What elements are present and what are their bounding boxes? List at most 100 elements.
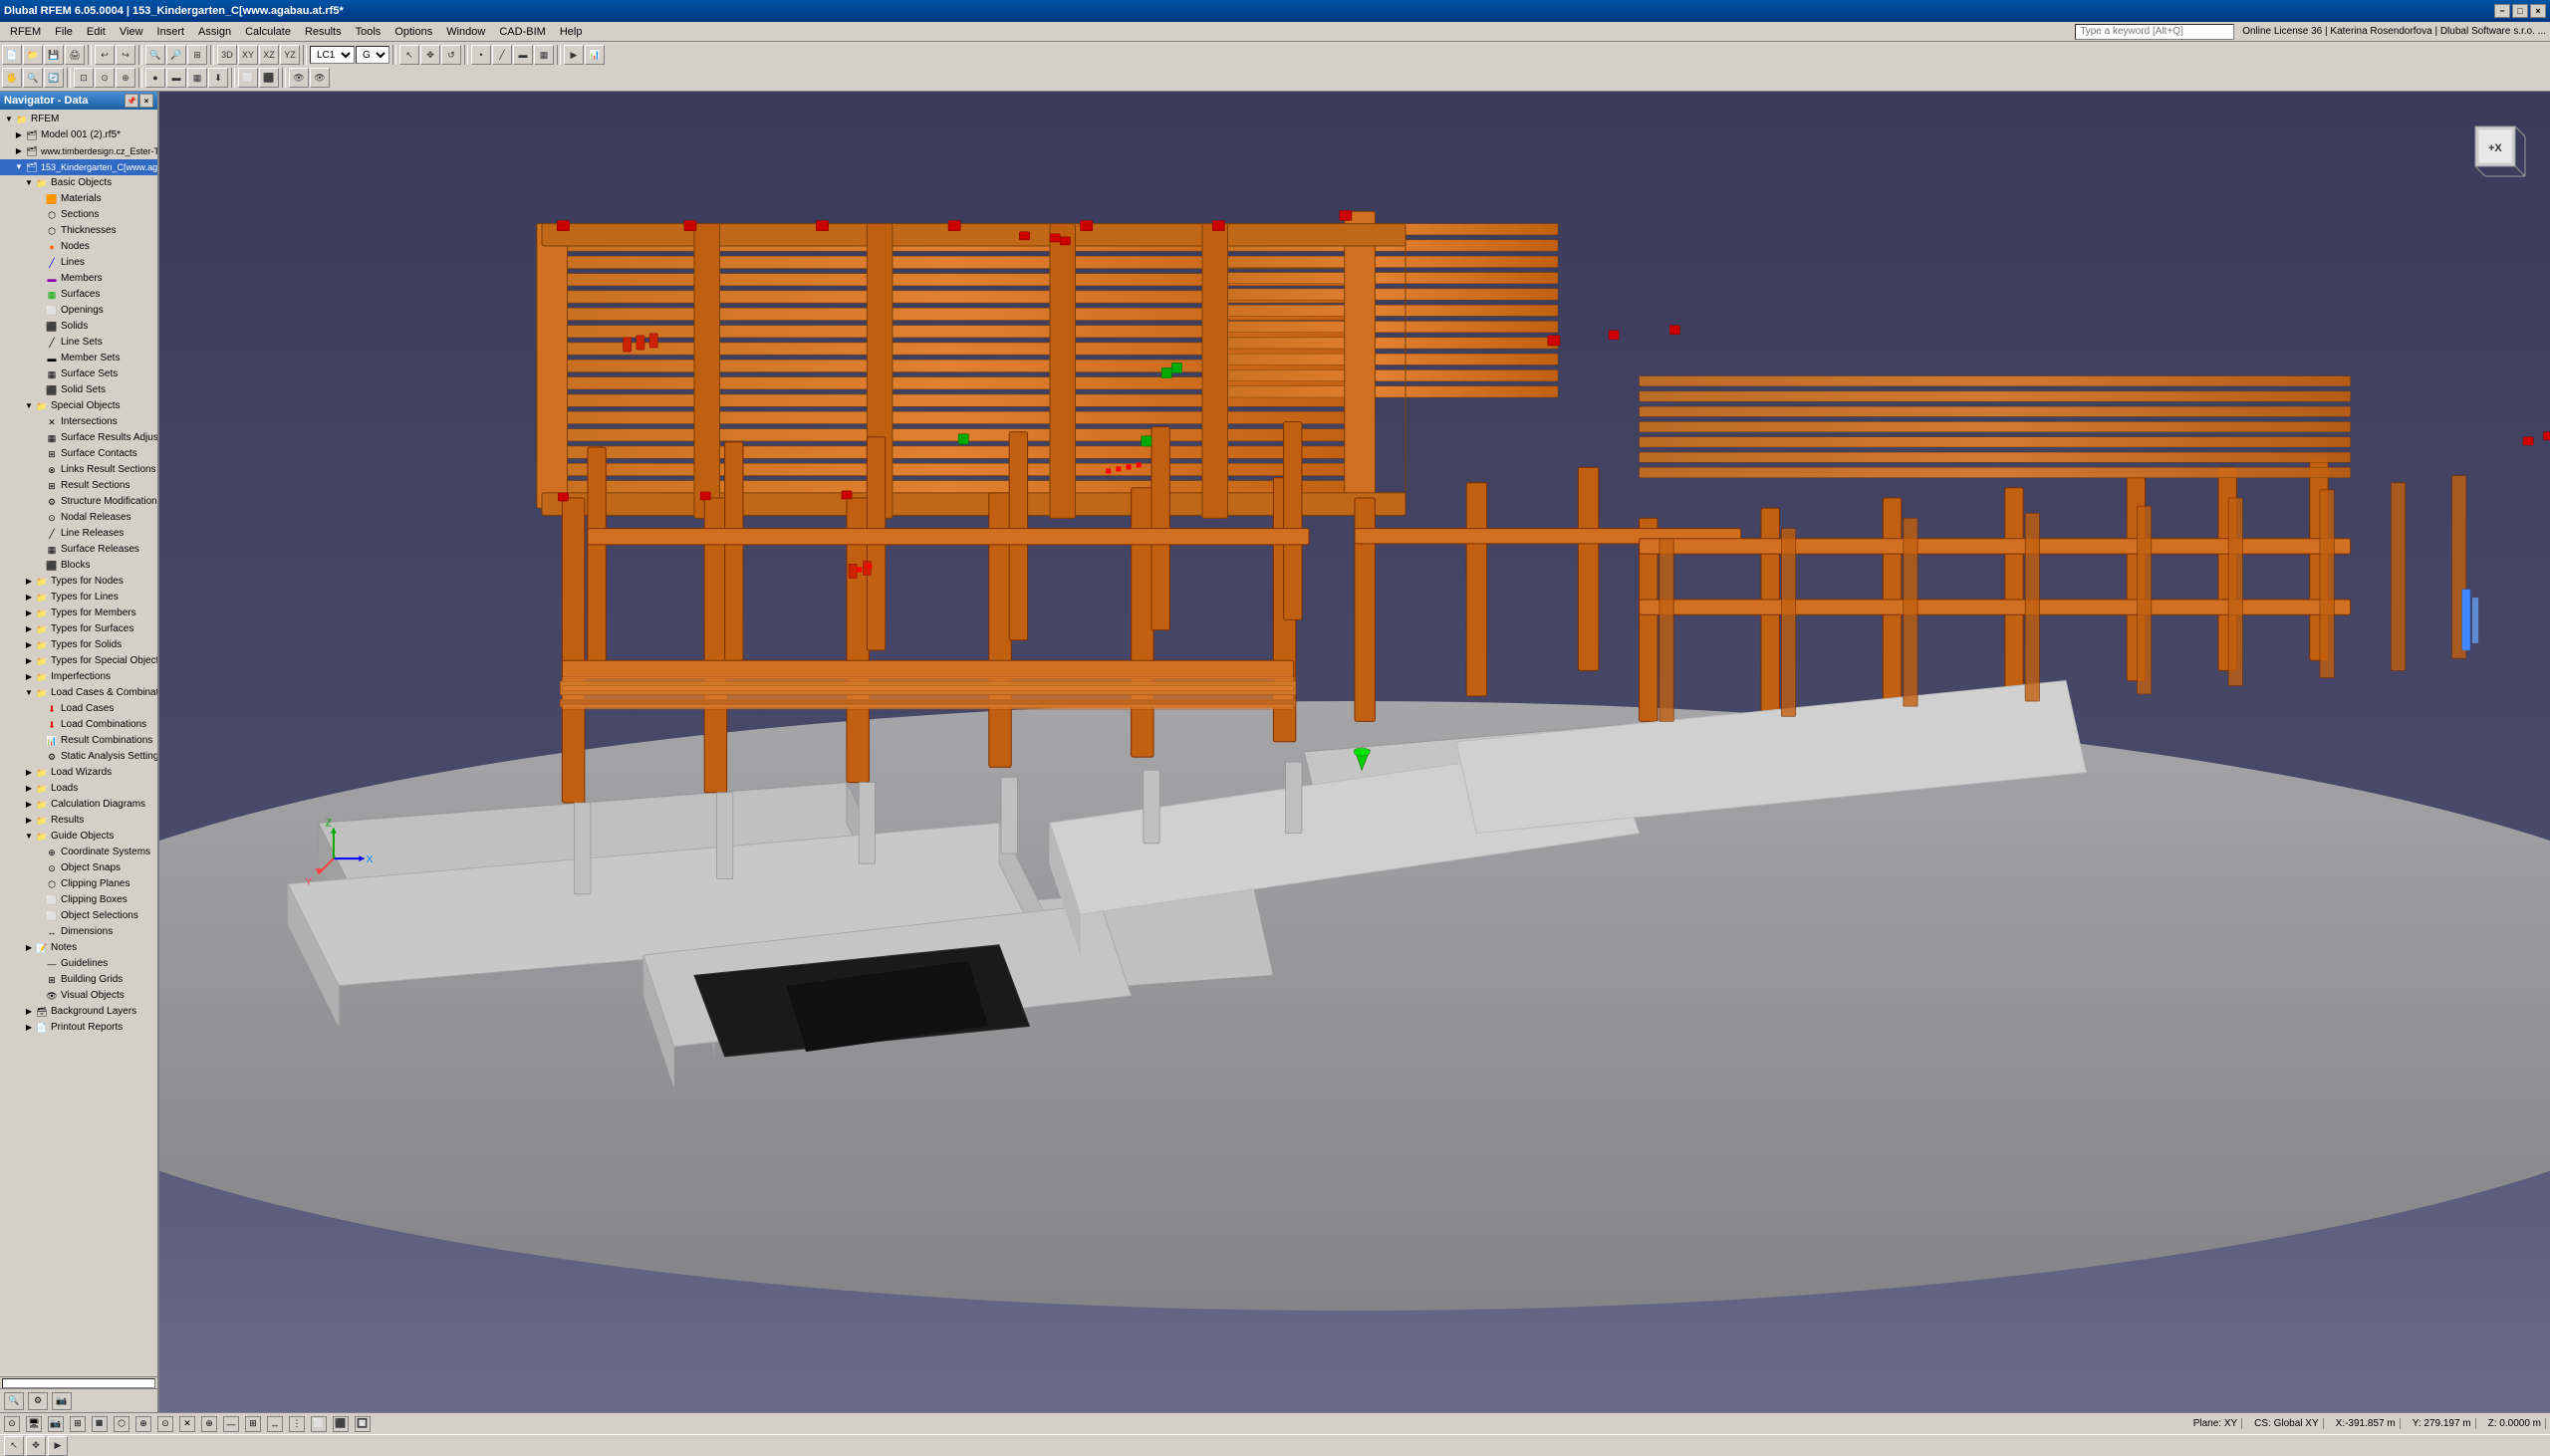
navigator-tree[interactable]: ▼ 📁 RFEM ▶ 🗂 Model 001 (2).rf5* ▶ 🗂 www.…	[0, 110, 157, 1376]
tree-item-types-surfaces[interactable]: ▶ 📁 Types for Surfaces	[0, 621, 157, 637]
tree-item-thicknesses[interactable]: ⬡ Thicknesses	[0, 223, 157, 239]
tree-item-dimensions[interactable]: ↔ Dimensions	[0, 924, 157, 940]
status-icon-4[interactable]: ⊞	[70, 1416, 86, 1432]
tree-item-types-members[interactable]: ▶ 📁 Types for Members	[0, 606, 157, 621]
hide-button[interactable]: 👁	[289, 68, 309, 88]
tree-item-types-solids[interactable]: ▶ 📁 Types for Solids	[0, 637, 157, 653]
menu-insert[interactable]: Insert	[151, 24, 191, 40]
pan-button[interactable]: 🖐	[2, 68, 22, 88]
tree-item-surface-contacts[interactable]: ⊞ Surface Contacts	[0, 446, 157, 462]
view-xy-button[interactable]: XY	[238, 45, 258, 65]
tree-item-coordinate-systems[interactable]: ⊕ Coordinate Systems	[0, 845, 157, 860]
expand-clipping-boxes[interactable]	[34, 895, 44, 905]
bottom-btn-2[interactable]: ✥	[26, 1436, 46, 1456]
tree-item-calculation-diagrams[interactable]: ▶ 📁 Calculation Diagrams	[0, 797, 157, 813]
move-button[interactable]: ✥	[420, 45, 440, 65]
tree-item-solids[interactable]: ⬛ Solids	[0, 319, 157, 335]
tree-item-building-grids[interactable]: ⊞ Building Grids	[0, 972, 157, 988]
open-button[interactable]: 📁	[23, 45, 43, 65]
tree-item-result-combinations[interactable]: 📊 Result Combinations	[0, 733, 157, 749]
tree-item-guidelines[interactable]: — Guidelines	[0, 956, 157, 972]
snap-line[interactable]: ⊕	[116, 68, 135, 88]
expand-surfacesets[interactable]	[34, 369, 44, 379]
tree-item-members[interactable]: ▬ Members	[0, 271, 157, 287]
status-icon-5[interactable]: 🔳	[92, 1416, 108, 1432]
expand-notes[interactable]: ▶	[24, 943, 34, 953]
tree-item-static-analysis-settings[interactable]: ⚙ Static Analysis Settings	[0, 749, 157, 765]
status-icon-2[interactable]: 🖥	[26, 1416, 42, 1432]
expand-object-snaps[interactable]	[34, 863, 44, 873]
redo-button[interactable]: ↪	[116, 45, 135, 65]
tree-item-special-objects[interactable]: ▼ 📁 Special Objects	[0, 398, 157, 414]
member-button[interactable]: ▬	[513, 45, 533, 65]
status-icon-1[interactable]: ⊙	[4, 1416, 20, 1432]
new-button[interactable]: 📄	[2, 45, 22, 65]
viewport-3d[interactable]: X Z Y	[159, 92, 2550, 1412]
expand-blocks[interactable]	[34, 561, 44, 571]
view-3d-button[interactable]: 3D	[217, 45, 237, 65]
tree-item-structure-modifications[interactable]: ⚙ Structure Modifications	[0, 494, 157, 510]
view-yz-button[interactable]: YZ	[280, 45, 300, 65]
expand-nodal-releases[interactable]	[34, 513, 44, 523]
status-icon-10[interactable]: ⊕	[201, 1416, 217, 1432]
tree-item-nodes[interactable]: ● Nodes	[0, 239, 157, 255]
tree-item-clipping-planes[interactable]: ⬡ Clipping Planes	[0, 876, 157, 892]
menu-cad-bim[interactable]: CAD-BIM	[493, 24, 551, 40]
expand-line-releases[interactable]	[34, 529, 44, 539]
surface-button[interactable]: ▦	[534, 45, 554, 65]
bottom-btn-3[interactable]: ▶	[48, 1436, 68, 1456]
menu-window[interactable]: Window	[440, 24, 491, 40]
tree-item-visual-objects[interactable]: 👁 Visual Objects	[0, 988, 157, 1004]
tree-item-blocks[interactable]: ⬛ Blocks	[0, 558, 157, 574]
render-wire[interactable]: ⬜	[238, 68, 258, 88]
expand-rigid-links[interactable]	[34, 465, 44, 475]
tree-item-clipping-boxes[interactable]: ⬜ Clipping Boxes	[0, 892, 157, 908]
menu-edit[interactable]: Edit	[81, 24, 112, 40]
menu-rfem[interactable]: RFEM	[4, 24, 47, 40]
status-icon-14[interactable]: ⋮	[289, 1416, 305, 1432]
expand-types-nodes[interactable]: ▶	[24, 577, 34, 587]
tree-item-notes[interactable]: ▶ 📝 Notes	[0, 940, 157, 956]
tree-item-linesets[interactable]: ╱ Line Sets	[0, 335, 157, 351]
expand-surface-releases[interactable]	[34, 545, 44, 555]
expand-types-members[interactable]: ▶	[24, 608, 34, 618]
expand-sections[interactable]	[34, 210, 44, 220]
tree-item-imperfections[interactable]: ▶ 📁 Imperfections	[0, 669, 157, 685]
tree-item-solidsets[interactable]: ⬛ Solid Sets	[0, 382, 157, 398]
expand-lines[interactable]	[34, 258, 44, 268]
zoom-in-button[interactable]: 🔍	[145, 45, 165, 65]
expand-linesets[interactable]	[34, 338, 44, 348]
bottom-btn-1[interactable]: ↖	[4, 1436, 24, 1456]
expand-load-wizards[interactable]: ▶	[24, 768, 34, 778]
show-all-button[interactable]: 👁	[310, 68, 330, 88]
expand-clipping-planes[interactable]	[34, 879, 44, 889]
tree-item-types-lines[interactable]: ▶ 📁 Types for Lines	[0, 590, 157, 606]
snap-grid[interactable]: ⊡	[74, 68, 94, 88]
rotate-button[interactable]: ↺	[441, 45, 461, 65]
tree-item-line-releases[interactable]: ╱ Line Releases	[0, 526, 157, 542]
expand-intersections[interactable]	[34, 417, 44, 427]
tree-item-nodal-releases[interactable]: ⊙ Nodal Releases	[0, 510, 157, 526]
expand-dimensions[interactable]	[34, 927, 44, 937]
menu-view[interactable]: View	[114, 24, 149, 40]
expand-types-lines[interactable]: ▶	[24, 593, 34, 603]
tree-item-intersections[interactable]: ✕ Intersections	[0, 414, 157, 430]
expand-imperfections[interactable]: ▶	[24, 672, 34, 682]
expand-coordinate-systems[interactable]	[34, 848, 44, 857]
status-icon-11[interactable]: —	[223, 1416, 239, 1432]
status-icon-9[interactable]: ✕	[179, 1416, 195, 1432]
expand-visual-objects[interactable]	[34, 991, 44, 1001]
expand-static-analysis-settings[interactable]	[34, 752, 44, 762]
tree-item-model001[interactable]: ▶ 🗂 Model 001 (2).rf5*	[0, 127, 157, 143]
tree-item-rfem[interactable]: ▼ 📁 RFEM	[0, 112, 157, 127]
tree-item-printout-reports[interactable]: ▶ 📄 Printout Reports	[0, 1020, 157, 1036]
navigator-close-button[interactable]: ×	[139, 94, 153, 108]
display-surfaces[interactable]: ▦	[187, 68, 207, 88]
tree-item-lines[interactable]: ╱ Lines	[0, 255, 157, 271]
expand-result-combinations[interactable]	[34, 736, 44, 746]
tree-item-types-nodes[interactable]: ▶ 📁 Types for Nodes	[0, 574, 157, 590]
expand-solidsets[interactable]	[34, 385, 44, 395]
expand-printout-reports[interactable]: ▶	[24, 1023, 34, 1033]
display-members[interactable]: ▬	[166, 68, 186, 88]
view-xz-button[interactable]: XZ	[259, 45, 279, 65]
